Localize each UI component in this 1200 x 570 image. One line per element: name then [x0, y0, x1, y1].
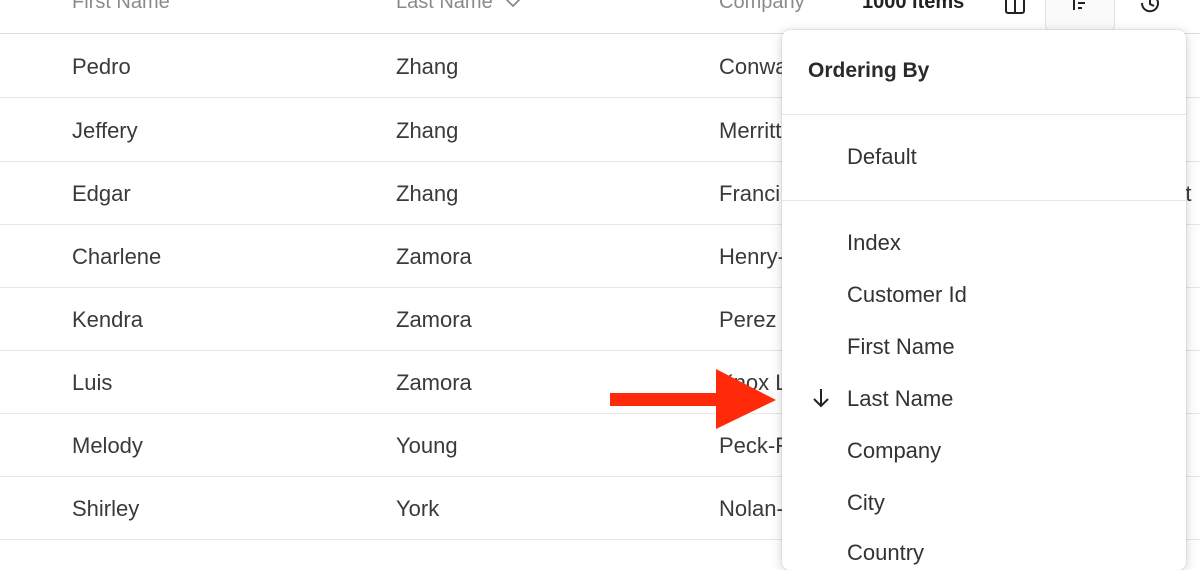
cell-first-name: Luis	[72, 370, 113, 395]
cell-company: Peck-F	[719, 433, 789, 458]
order-option-default[interactable]: Default	[847, 144, 917, 170]
cell-company: Merritt	[719, 118, 782, 143]
items-count: 1000 items	[862, 0, 965, 13]
cell-first-name: Melody	[72, 433, 143, 458]
column-header-first-name[interactable]: First Name	[72, 0, 170, 14]
arrow-down-icon	[812, 388, 830, 413]
cell-last-name: Zamora	[396, 370, 472, 395]
sort-button[interactable]	[1045, 0, 1115, 32]
cell-company: Henry-	[719, 244, 786, 269]
cell-first-name: Edgar	[72, 181, 131, 206]
order-option-first-name[interactable]: First Name	[847, 334, 955, 360]
order-option-city[interactable]: City	[847, 490, 885, 516]
ordering-dropdown: Ordering By Default Index Customer Id Fi…	[782, 30, 1186, 570]
column-header-last-name[interactable]: Last Name	[396, 0, 521, 14]
cell-last-name: Young	[396, 433, 458, 458]
cell-last-name: Zamora	[396, 244, 472, 269]
cell-first-name: Kendra	[72, 307, 143, 332]
columns-icon[interactable]	[1003, 0, 1027, 21]
cell-company: Perez	[719, 307, 777, 332]
divider	[782, 114, 1186, 115]
cell-first-name: Shirley	[72, 496, 140, 521]
cell-last-name: Zhang	[396, 181, 459, 206]
column-header-company[interactable]: Company	[719, 0, 805, 14]
order-option-company[interactable]: Company	[847, 438, 941, 464]
cell-last-name: Zamora	[396, 307, 472, 332]
order-option-customer-id[interactable]: Customer Id	[847, 282, 967, 308]
cell-first-name: Jeffery	[72, 118, 138, 143]
cell-last-name: York	[396, 496, 440, 521]
order-option-last-name[interactable]: Last Name	[847, 386, 953, 412]
chevron-down-icon	[505, 0, 521, 14]
table-header: First Name Last Name Company 1000 items	[0, 0, 1200, 34]
column-header-label: Last Name	[396, 0, 493, 13]
cell-last-name: Zhang	[396, 118, 459, 143]
red-annotation-arrow	[610, 369, 776, 429]
cell-last-name: Zhang	[396, 54, 459, 79]
dropdown-title: Ordering By	[808, 59, 930, 82]
cell-company: Conwa	[719, 54, 788, 79]
history-icon[interactable]	[1137, 0, 1163, 21]
cell-first-name: Pedro	[72, 54, 131, 79]
order-option-country[interactable]: Country	[847, 540, 924, 566]
cell-first-name: Charlene	[72, 244, 162, 269]
divider	[782, 200, 1186, 201]
cell-company: Nolan-	[719, 496, 784, 521]
sort-icon	[1070, 0, 1092, 21]
order-option-index[interactable]: Index	[847, 230, 901, 256]
cell-company: Franci	[719, 181, 781, 206]
